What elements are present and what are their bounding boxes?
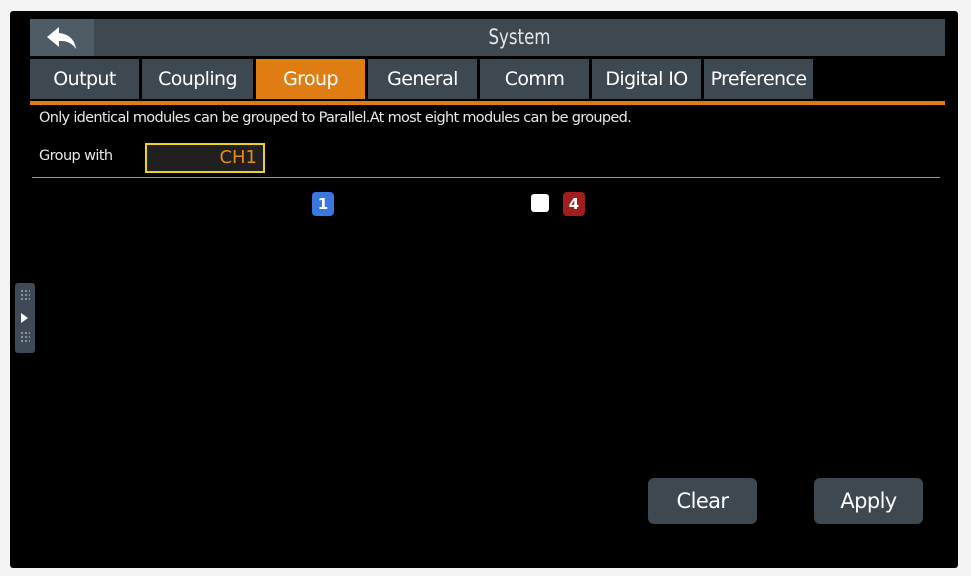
module-4-checkbox[interactable] — [531, 194, 549, 212]
module-badge-1[interactable]: 1 — [312, 192, 334, 216]
tab-group[interactable]: Group — [256, 59, 365, 99]
apply-button[interactable]: Apply — [814, 478, 923, 524]
grip-dots-top — [20, 289, 30, 301]
tab-digital-io[interactable]: Digital IO — [592, 59, 701, 99]
tab-output[interactable]: Output — [30, 59, 139, 99]
group-with-label: Group with — [39, 148, 113, 164]
device-screen: System Output Coupling Group General Com… — [10, 11, 958, 568]
tab-general[interactable]: General — [368, 59, 477, 99]
title-bar: System — [30, 19, 945, 56]
group-info-text: Only identical modules can be grouped to… — [39, 110, 632, 126]
side-panel-handle[interactable] — [15, 283, 35, 353]
tab-comm[interactable]: Comm — [480, 59, 589, 99]
tab-coupling[interactable]: Coupling — [142, 59, 253, 99]
divider — [32, 177, 940, 178]
module-badge-4[interactable]: 4 — [563, 192, 585, 216]
group-with-field[interactable]: CH1 — [145, 143, 265, 173]
back-arrow-icon — [47, 26, 76, 49]
tab-bar: Output Coupling Group General Comm Digit… — [30, 59, 816, 99]
tab-underline — [30, 101, 945, 105]
back-button[interactable] — [30, 19, 94, 56]
tab-preference[interactable]: Preference — [704, 59, 813, 99]
grip-dots-bottom — [20, 331, 30, 343]
window-title: System — [488, 25, 551, 49]
expand-arrow-icon — [21, 313, 28, 323]
clear-button[interactable]: Clear — [648, 478, 757, 524]
